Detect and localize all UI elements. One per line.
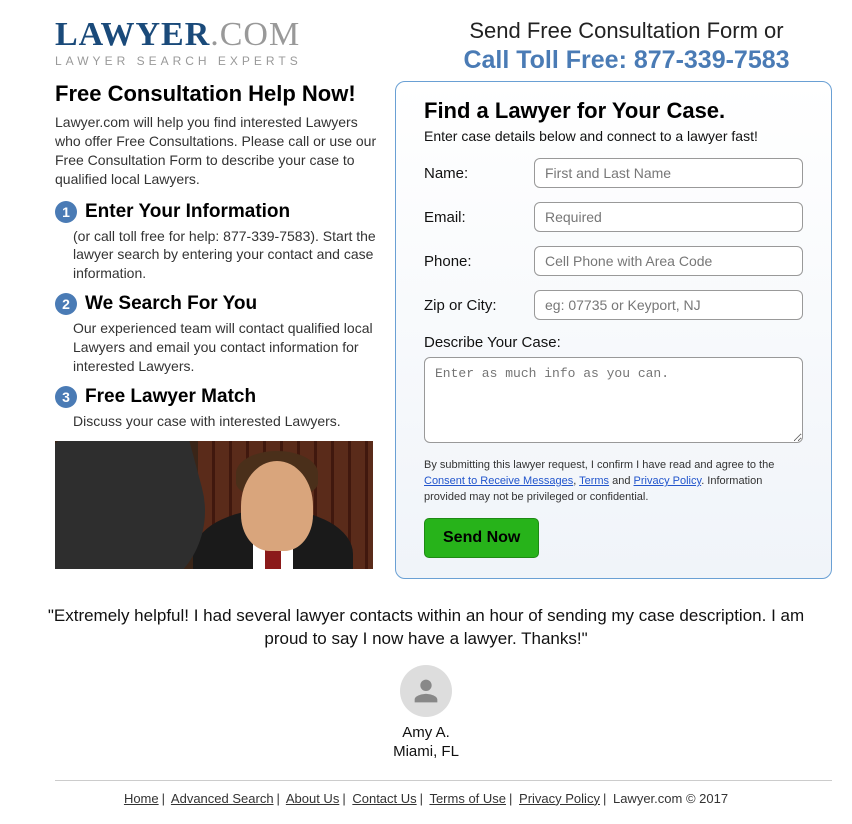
header-send-line: Send Free Consultation Form or xyxy=(421,18,832,44)
page-headline: Free Consultation Help Now! xyxy=(55,81,385,107)
name-label: Name: xyxy=(424,165,534,182)
consent-link[interactable]: Consent to Receive Messages xyxy=(424,475,573,487)
logo-dot: . xyxy=(210,16,220,53)
privacy-link[interactable]: Privacy Policy xyxy=(634,475,702,487)
name-input[interactable] xyxy=(534,158,803,188)
testimonial-quote: "Extremely helpful! I had several lawyer… xyxy=(40,605,812,651)
step-3: 3 Free Lawyer Match Discuss your case wi… xyxy=(55,386,385,431)
footer-link-contact-us[interactable]: Contact Us xyxy=(352,791,416,806)
describe-label: Describe Your Case: xyxy=(424,334,803,351)
describe-textarea[interactable] xyxy=(424,357,803,443)
footer-copyright: Lawyer.com © 2017 xyxy=(613,791,728,806)
zip-input[interactable] xyxy=(534,290,803,320)
terms-link[interactable]: Terms xyxy=(579,475,609,487)
step-number-icon: 1 xyxy=(55,201,77,223)
step-1: 1 Enter Your Information (or call toll f… xyxy=(55,201,385,284)
disclaimer-text: By submitting this lawyer request, I con… xyxy=(424,458,803,506)
footer-link-home[interactable]: Home xyxy=(124,791,159,806)
zip-label: Zip or City: xyxy=(424,297,534,314)
step-desc: (or call toll free for help: 877-339-758… xyxy=(55,227,385,284)
handshake-photo xyxy=(55,441,373,569)
footer: Home| Advanced Search| About Us| Contact… xyxy=(0,791,852,806)
footer-link-terms[interactable]: Terms of Use xyxy=(429,791,506,806)
phone-input[interactable] xyxy=(534,246,803,276)
step-2: 2 We Search For You Our experienced team… xyxy=(55,293,385,376)
footer-link-advanced-search[interactable]: Advanced Search xyxy=(171,791,274,806)
step-title: Enter Your Information xyxy=(85,201,290,223)
logo: LAWYER.COM xyxy=(55,18,385,52)
step-title: Free Lawyer Match xyxy=(85,386,256,408)
reviewer-info: Amy A. Miami, FL xyxy=(0,723,852,762)
footer-link-about-us[interactable]: About Us xyxy=(286,791,339,806)
form-title: Find a Lawyer for Your Case. xyxy=(424,98,803,124)
avatar-icon xyxy=(400,665,452,717)
header-call-line: Call Toll Free: 877-339-7583 xyxy=(421,46,832,75)
phone-label: Phone: xyxy=(424,253,534,270)
logo-com: COM xyxy=(220,16,300,53)
footer-link-privacy[interactable]: Privacy Policy xyxy=(519,791,600,806)
consultation-form: Find a Lawyer for Your Case. Enter case … xyxy=(395,81,832,579)
intro-text: Lawyer.com will help you find interested… xyxy=(55,113,385,189)
form-subtitle: Enter case details below and connect to … xyxy=(424,128,803,144)
step-title: We Search For You xyxy=(85,293,257,315)
logo-tagline: LAWYER SEARCH EXPERTS xyxy=(55,54,385,68)
step-number-icon: 2 xyxy=(55,293,77,315)
email-label: Email: xyxy=(424,209,534,226)
logo-text-navy: LAWYER xyxy=(55,16,210,53)
step-number-icon: 3 xyxy=(55,386,77,408)
reviewer-name: Amy A. xyxy=(0,723,852,743)
reviewer-location: Miami, FL xyxy=(0,742,852,762)
email-input[interactable] xyxy=(534,202,803,232)
send-now-button[interactable]: Send Now xyxy=(424,518,539,558)
step-desc: Our experienced team will contact qualif… xyxy=(55,319,385,376)
divider xyxy=(55,780,832,781)
step-desc: Discuss your case with interested Lawyer… xyxy=(55,412,385,431)
